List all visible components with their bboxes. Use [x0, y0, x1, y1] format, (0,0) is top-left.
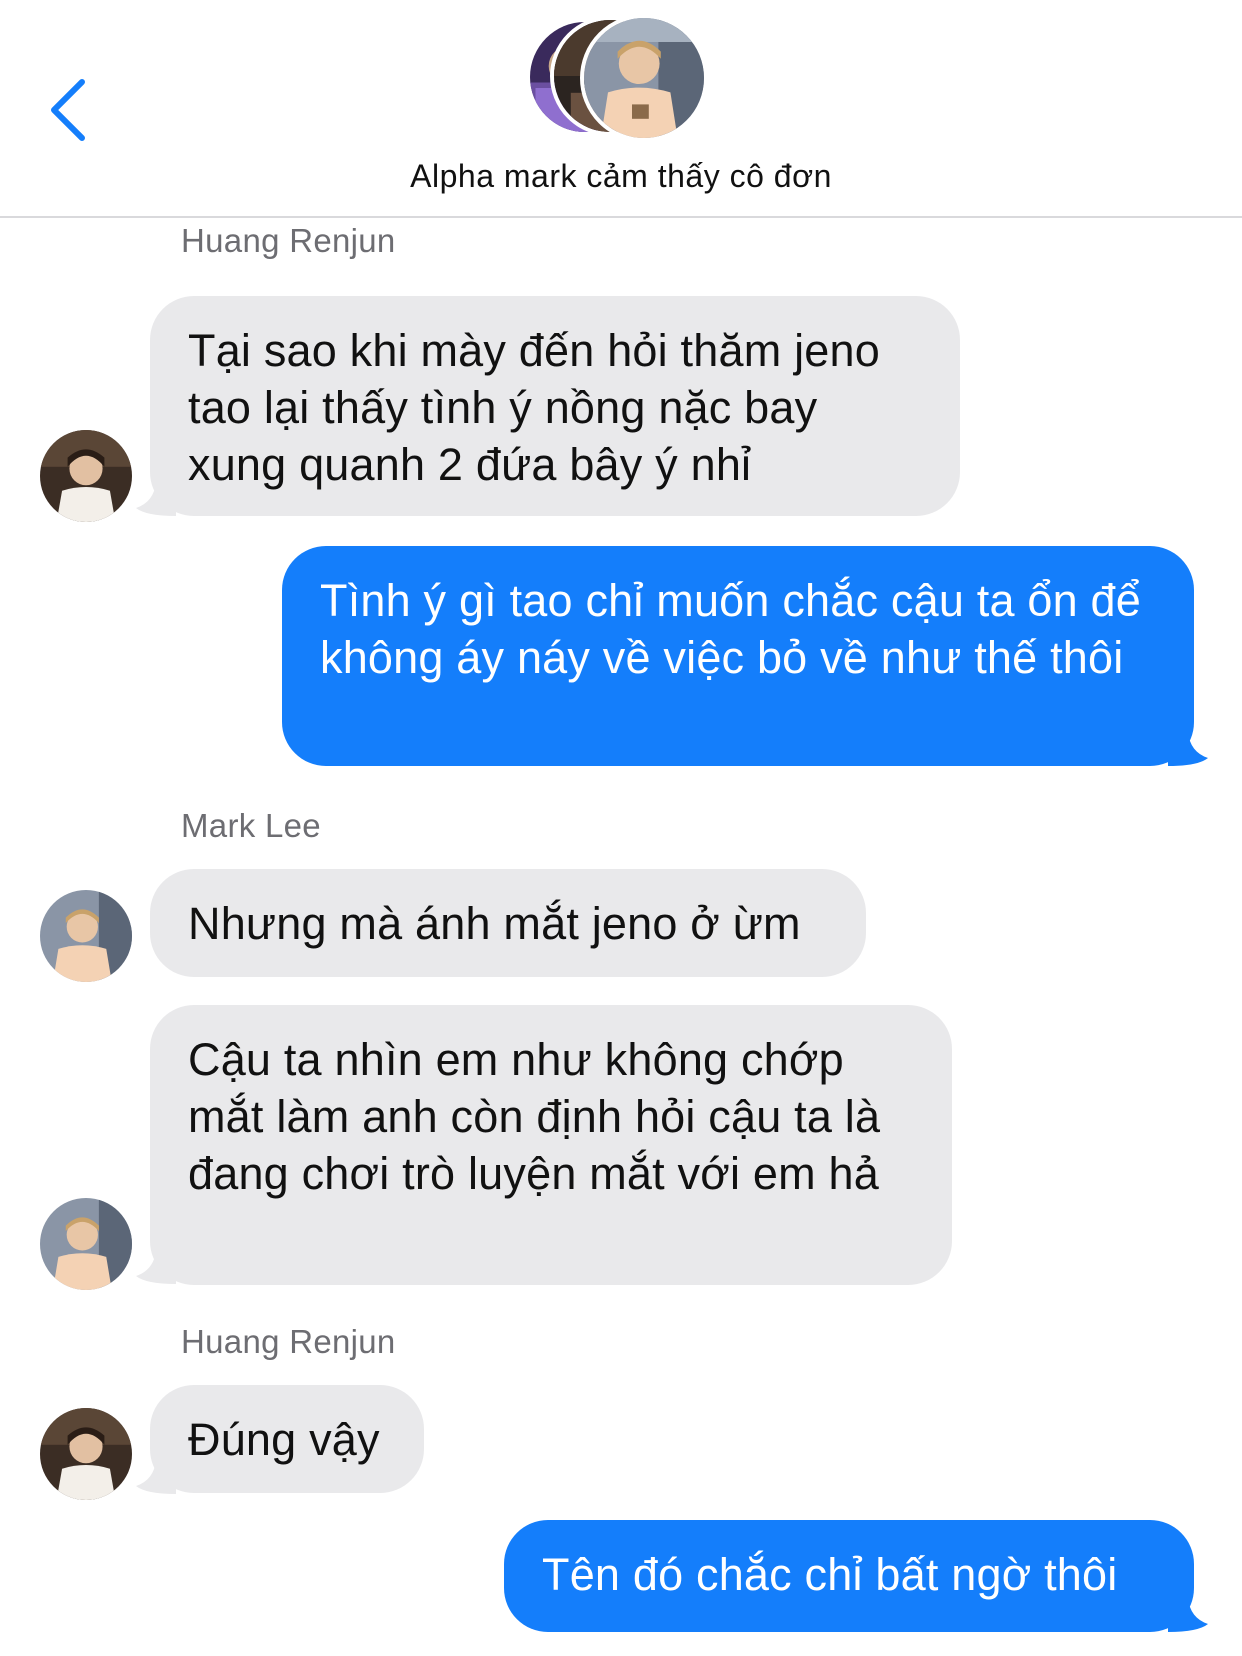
- incoming-message-bubble[interactable]: Nhưng mà ánh mắt jeno ở ừm: [150, 869, 866, 977]
- sender-label: Huang Renjun: [181, 222, 396, 259]
- group-avatar[interactable]: [526, 14, 716, 142]
- bubble-tail: [136, 1250, 176, 1284]
- back-button[interactable]: [44, 70, 104, 150]
- avatar-mark-lee[interactable]: [40, 1198, 132, 1290]
- group-member-avatar: [580, 14, 708, 142]
- outgoing-message-bubble[interactable]: Tình ý gì tao chỉ muốn chắc cậu ta ổn để…: [282, 546, 1194, 766]
- incoming-message-bubble[interactable]: Tại sao khi mày đến hỏi thăm jeno tao lạ…: [150, 296, 960, 516]
- chat-title[interactable]: Alpha mark cảm thấy cô đơn: [0, 158, 1242, 195]
- sender-label: Mark Lee: [181, 807, 321, 844]
- bubble-tail: [1168, 1598, 1208, 1632]
- bubble-tail: [136, 482, 176, 516]
- chevron-left-icon: [51, 79, 85, 141]
- avatar-huang-renjun[interactable]: [40, 1408, 132, 1500]
- incoming-message-bubble[interactable]: Đúng vậy: [150, 1385, 424, 1493]
- sender-label: Huang Renjun: [181, 1323, 396, 1360]
- outgoing-message-bubble[interactable]: Tên đó chắc chỉ bất ngờ thôi: [504, 1520, 1194, 1632]
- avatar-mark-lee[interactable]: [40, 890, 132, 982]
- chat-header: Alpha mark cảm thấy cô đơn: [0, 0, 1242, 218]
- bubble-tail: [1168, 732, 1208, 766]
- bubble-tail: [136, 1460, 176, 1494]
- incoming-message-bubble[interactable]: Cậu ta nhìn em như không chớp mắt làm an…: [150, 1005, 952, 1285]
- avatar-huang-renjun[interactable]: [40, 430, 132, 522]
